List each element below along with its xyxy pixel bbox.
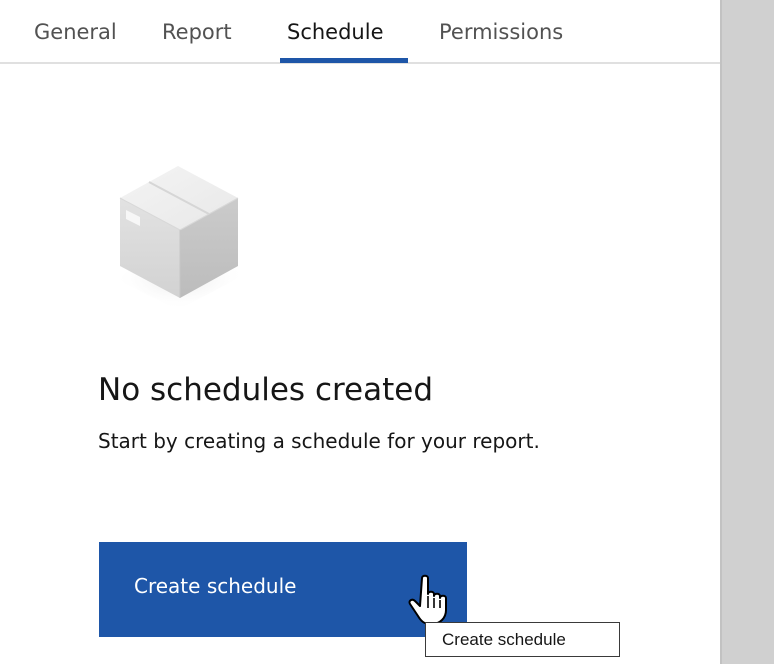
tab-permissions[interactable]: Permissions bbox=[439, 0, 563, 64]
tab-report[interactable]: Report bbox=[162, 0, 232, 64]
tab-general[interactable]: General bbox=[34, 0, 117, 64]
rail-edge bbox=[720, 0, 722, 664]
properties-panel: General Report Schedule Permissions No s… bbox=[0, 0, 720, 664]
tab-bar: General Report Schedule Permissions bbox=[0, 0, 720, 64]
tab-schedule[interactable]: Schedule bbox=[287, 0, 384, 64]
tooltip: Create schedule bbox=[425, 622, 620, 657]
active-tab-indicator bbox=[280, 58, 408, 63]
page: General Report Schedule Permissions No s… bbox=[0, 0, 774, 664]
scroll-rail[interactable] bbox=[720, 0, 774, 664]
empty-box-icon bbox=[114, 166, 246, 310]
empty-state-description: Start by creating a schedule for your re… bbox=[98, 429, 540, 453]
empty-state-title: No schedules created bbox=[98, 372, 434, 408]
hand-pointer-icon bbox=[408, 574, 447, 625]
